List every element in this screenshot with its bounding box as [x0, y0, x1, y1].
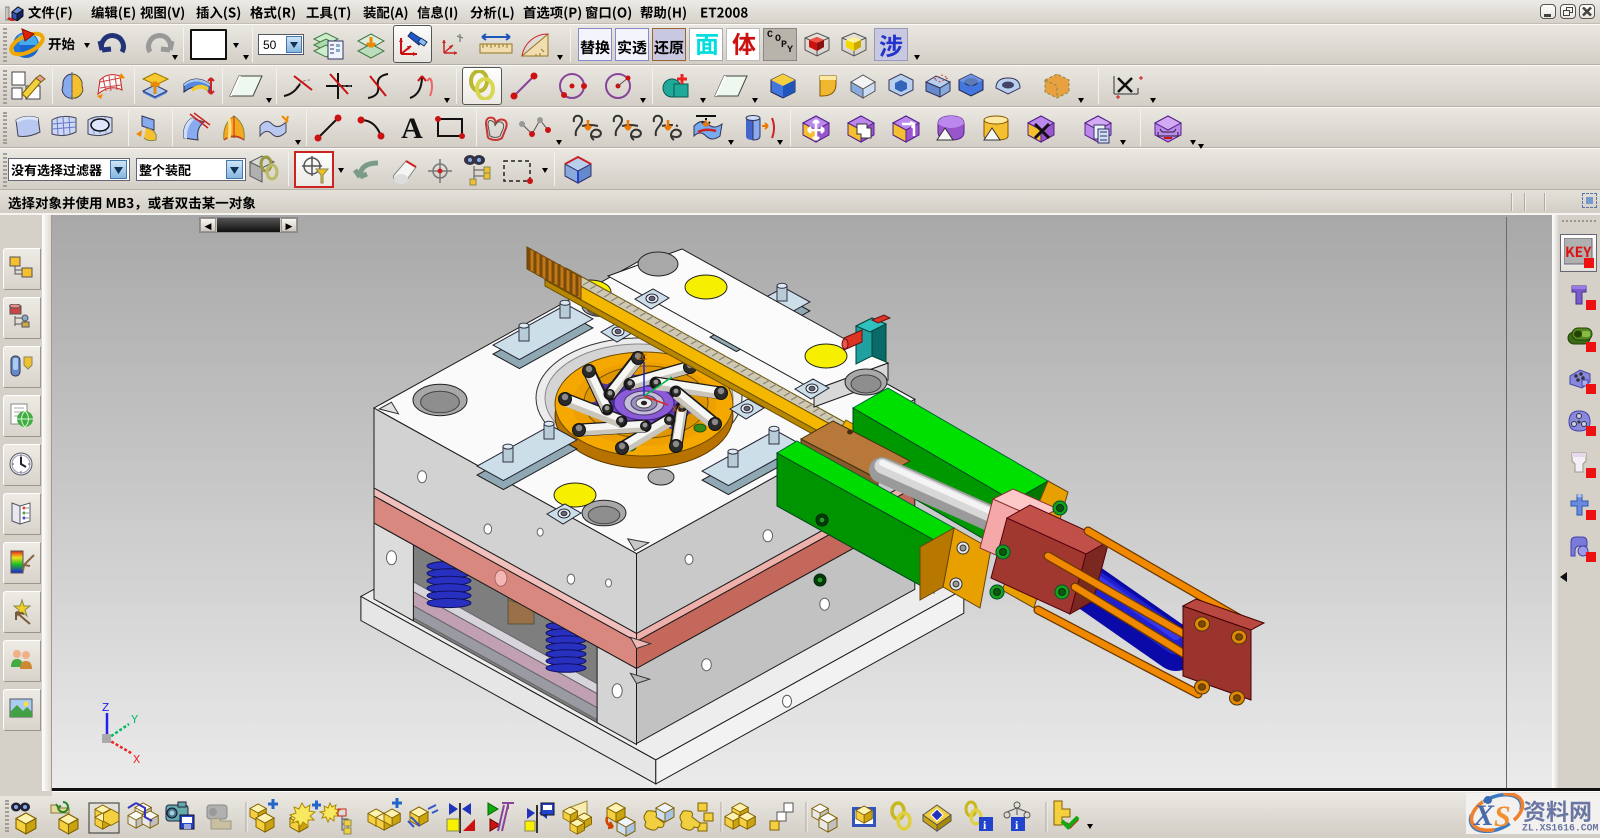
svg-text:XC: XC [672, 405, 683, 414]
svg-text:ZL.XS1616.COM: ZL.XS1616.COM [1522, 823, 1599, 834]
svg-text:S: S [1494, 800, 1511, 833]
svg-text:ZC: ZC [637, 353, 648, 362]
svg-text:X: X [1473, 799, 1495, 832]
